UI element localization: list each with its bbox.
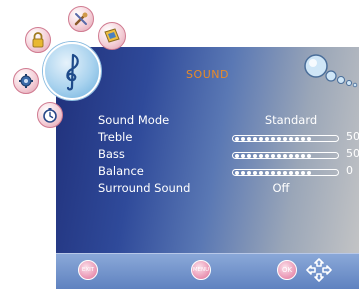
exit-button[interactable]: EXIT [78, 260, 98, 280]
slider-dot [259, 137, 263, 141]
slider-dot [283, 171, 287, 175]
slider-value: 50 [346, 130, 359, 143]
slider-dot [259, 154, 263, 158]
settings-icon[interactable] [13, 68, 39, 94]
tools-icon[interactable] [68, 6, 94, 32]
menu-label: Bass [98, 147, 125, 161]
menu-value: Off [272, 181, 290, 195]
slider-dot [283, 154, 287, 158]
slider-dot [253, 137, 257, 141]
menu-label: Treble [98, 130, 133, 144]
menu-label: Surround Sound [98, 181, 191, 195]
slider-dot [277, 137, 281, 141]
slider-dot [289, 154, 293, 158]
slider-dot [259, 171, 263, 175]
slider-track[interactable] [232, 135, 339, 142]
slider-dot [307, 171, 311, 175]
slider-dot [265, 154, 269, 158]
menu-button[interactable]: MENU [191, 260, 211, 280]
lock-icon[interactable] [25, 27, 51, 53]
page-title: SOUND [186, 68, 229, 81]
ok-button[interactable]: OK [277, 260, 297, 280]
slider-dot [265, 171, 269, 175]
slider-dot [301, 154, 305, 158]
slider-dot [247, 154, 251, 158]
slider-dot [271, 171, 275, 175]
slider-dot [295, 154, 299, 158]
direction-arrows-icon [306, 258, 332, 282]
slider-value: 0 [346, 164, 353, 177]
slider-dot [277, 171, 281, 175]
slider-dot [295, 137, 299, 141]
slider-dot [247, 171, 251, 175]
slider-dot [253, 171, 257, 175]
slider-dot [301, 137, 305, 141]
slider-dot [235, 154, 239, 158]
slider-dot [289, 171, 293, 175]
slider-dot [241, 137, 245, 141]
slider-dot [253, 154, 257, 158]
picture-icon[interactable] [98, 22, 126, 50]
slider-dot [289, 137, 293, 141]
slider-dot [235, 171, 239, 175]
slider-dot [235, 137, 239, 141]
slider-dot [241, 154, 245, 158]
slider-value: 50 [346, 147, 359, 160]
slider-track[interactable] [232, 152, 339, 159]
slider-dot [307, 137, 311, 141]
slider-dot [277, 154, 281, 158]
slider-dot [283, 137, 287, 141]
menu-label: Balance [98, 164, 144, 178]
slider-dot [265, 137, 269, 141]
slider-dot [241, 171, 245, 175]
slider-dot [295, 171, 299, 175]
slider-dot [301, 171, 305, 175]
slider-dot [271, 137, 275, 141]
slider-dot [307, 154, 311, 158]
slider-dot [271, 154, 275, 158]
slider-dot [247, 137, 251, 141]
menu-label: Sound Mode [98, 113, 170, 127]
slider-track[interactable] [232, 169, 339, 176]
timer-icon[interactable] [37, 102, 63, 128]
menu-value: Standard [264, 113, 318, 127]
